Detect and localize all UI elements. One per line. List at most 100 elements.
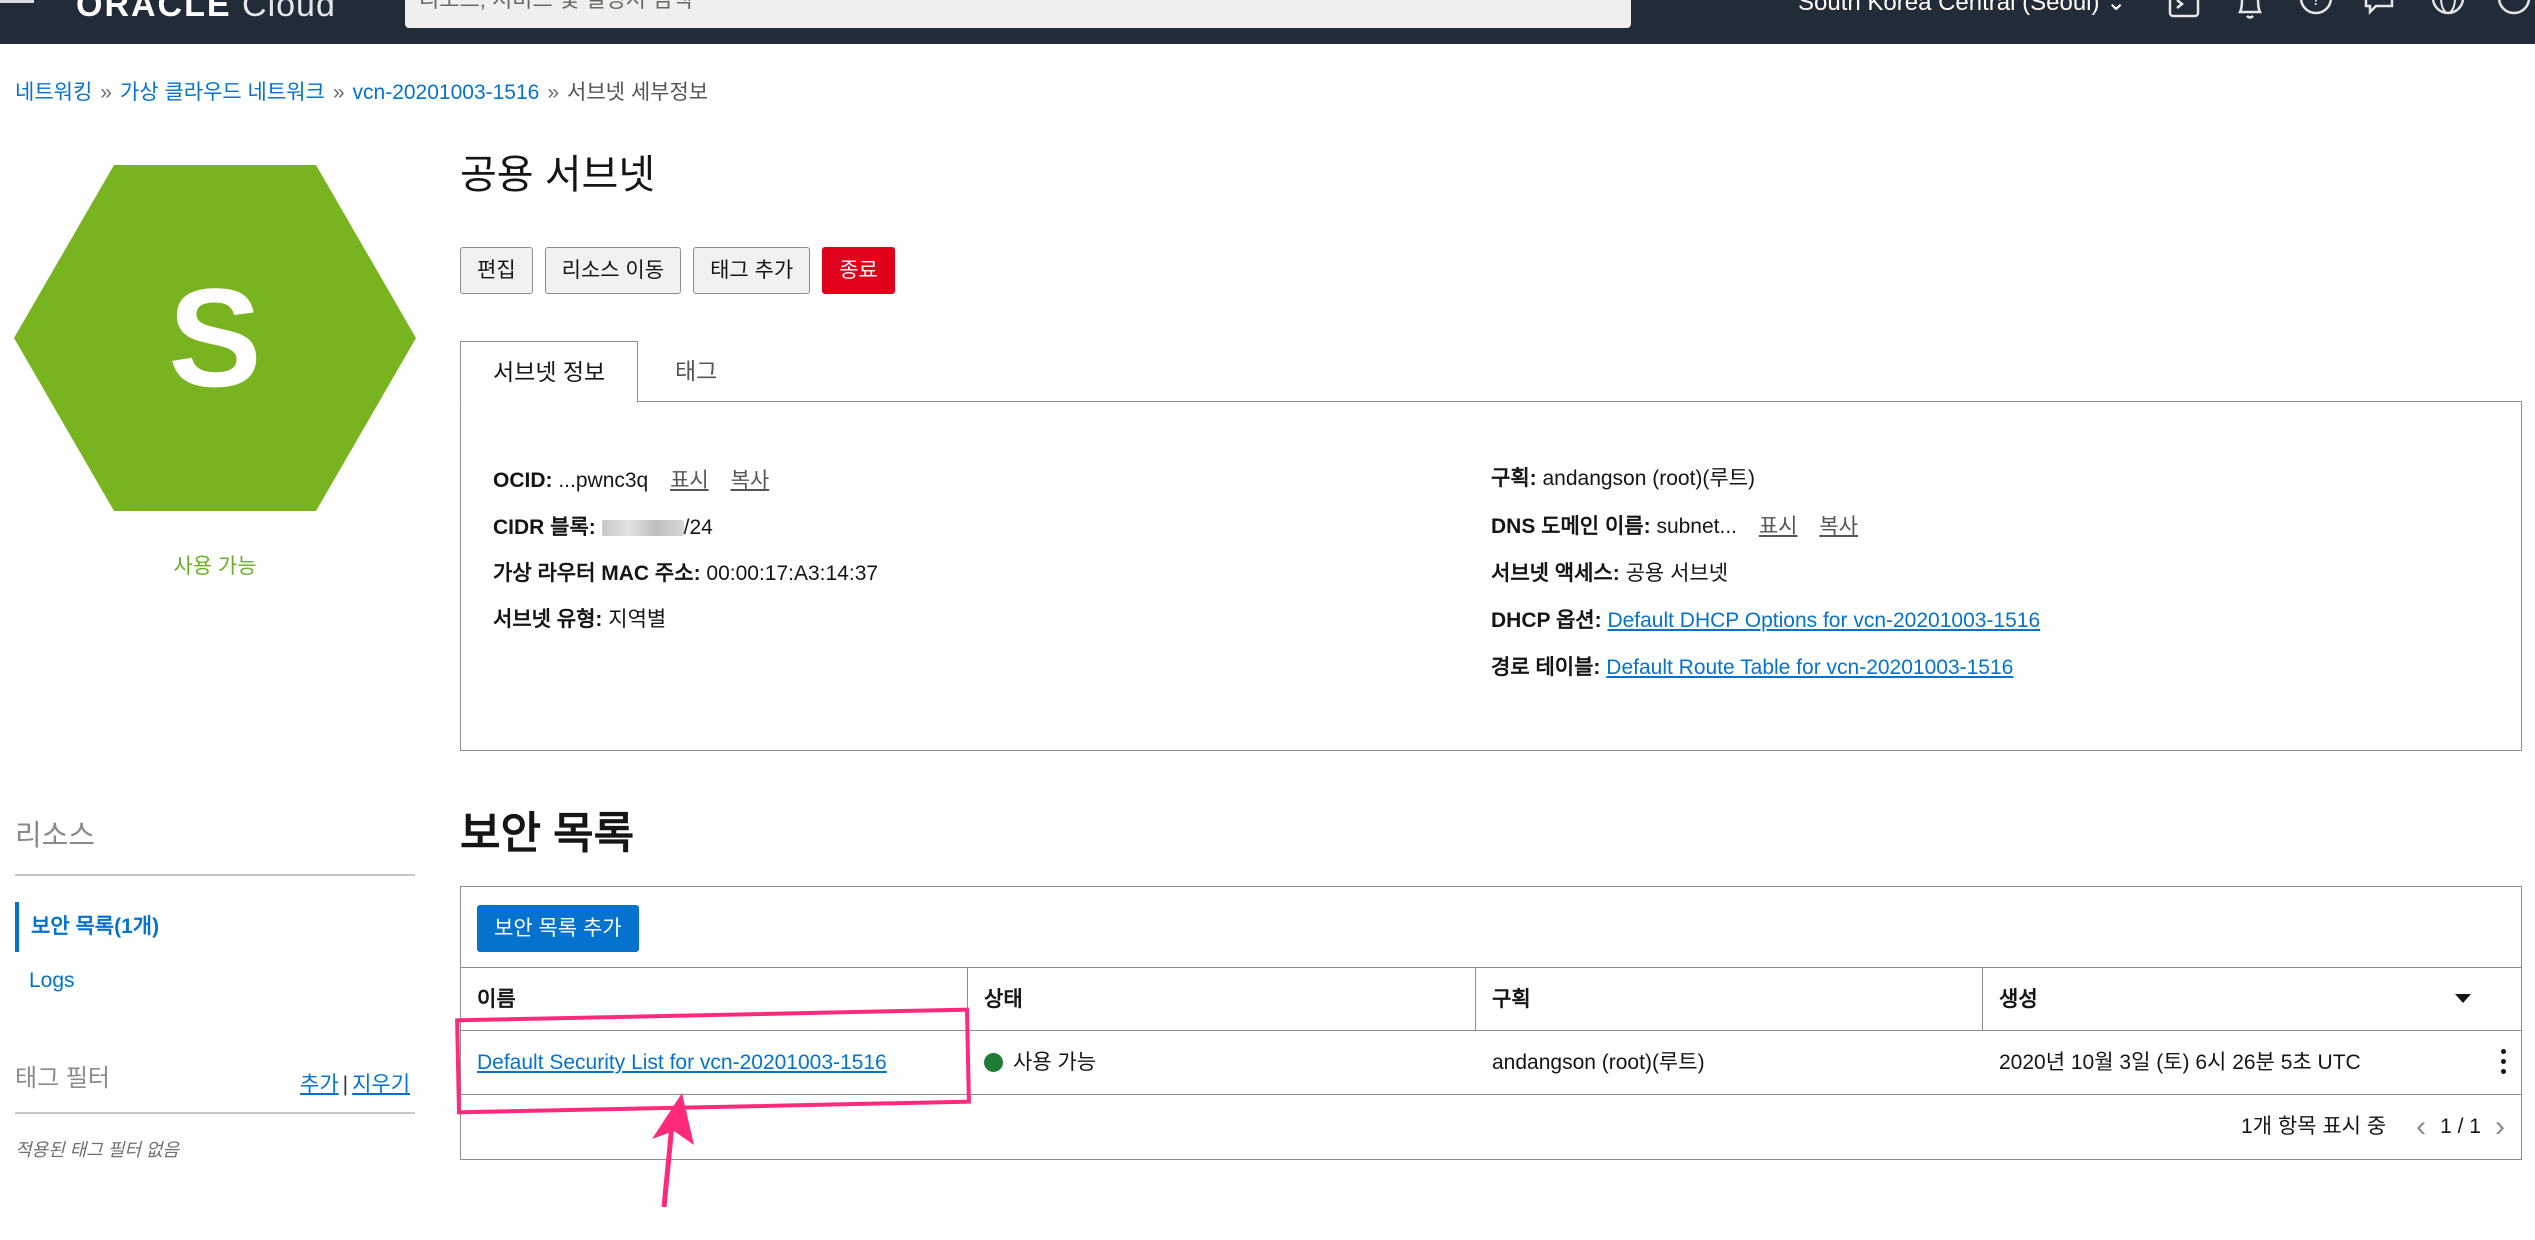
cidr-row: CIDR 블록: /24: [493, 511, 713, 541]
compartment-row: 구획: andangson (root)(루트): [1491, 462, 1755, 492]
globe-icon[interactable]: [2430, 0, 2466, 22]
dhcp-options-link[interactable]: Default DHCP Options for vcn-20201003-15…: [1607, 609, 2040, 632]
mac-value: 00:00:17:A3:14:37: [706, 562, 879, 585]
no-tag-filter-text: 적용된 태그 필터 없음: [15, 1140, 180, 1160]
bell-icon[interactable]: [2232, 0, 2268, 22]
breadcrumb-current: 서브넷 세부정보: [567, 81, 709, 104]
dns-value: subnet...: [1656, 515, 1738, 538]
annotation-arrow-icon: [652, 1093, 694, 1208]
breadcrumb-vcn[interactable]: vcn-20201003-1516: [353, 81, 540, 104]
oracle-cloud-logo[interactable]: ORACLE Cloud: [76, 0, 336, 25]
search-input[interactable]: 리소스, 서비스 및 설명서 검색: [405, 0, 1631, 28]
compartment-value: andangson (root)(루트): [1542, 467, 1756, 490]
cidr-label: CIDR 블록:: [493, 516, 596, 539]
region-selector[interactable]: South Korea Central (Seoul) ⌄: [1798, 0, 2126, 17]
pagination: 1개 항목 표시 중 ‹ 1 / 1 ›: [2241, 1095, 2505, 1159]
chat-icon[interactable]: [2362, 0, 2398, 22]
add-tag-button[interactable]: 태그 추가: [693, 247, 811, 294]
subnet-access-value: 공용 서브넷: [1625, 562, 1729, 585]
breadcrumb-vcn-list[interactable]: 가상 클라우드 네트워크: [120, 81, 325, 104]
subnet-type-label: 서브넷 유형:: [493, 608, 603, 631]
move-resource-button[interactable]: 리소스 이동: [544, 247, 682, 294]
subnet-info-panel: OCID: ...pwnc3q 표시 복사 CIDR 블록: /24 가상 라우…: [460, 401, 2522, 751]
add-security-list-button[interactable]: 보안 목록 추가: [477, 905, 639, 952]
column-header-created-label: 생성: [1999, 988, 2038, 1011]
column-header-status[interactable]: 상태: [968, 968, 1476, 1031]
resources-heading: 리소스: [15, 820, 96, 852]
dns-show-link[interactable]: 표시: [1759, 515, 1798, 538]
search-placeholder: 리소스, 서비스 및 설명서 검색: [419, 0, 692, 12]
divider: [15, 1112, 415, 1114]
ocid-copy-link[interactable]: 복사: [731, 469, 770, 492]
region-label: South Korea Central (Seoul): [1798, 0, 2100, 16]
sidebar-item-logs[interactable]: Logs: [15, 956, 415, 1006]
breadcrumb: 네트워킹 » 가상 클라우드 네트워크 » vcn-20201003-1516 » 서브넷 …: [15, 76, 708, 106]
dhcp-row: DHCP 옵션: Default DHCP Options for vcn-20…: [1491, 604, 2040, 634]
row-status: 사용 가능: [1013, 1051, 1097, 1074]
column-header-created[interactable]: 생성: [1983, 968, 2521, 1031]
sidebar-item-label: 보안 목록(1개): [31, 915, 160, 938]
row-compartment-cell: andangson (root)(루트): [1492, 1051, 1705, 1074]
tab-tags[interactable]: 태그: [643, 341, 749, 403]
ocid-value: ...pwnc3q: [558, 469, 649, 492]
top-bar: ORACLE Cloud 리소스, 서비스 및 설명서 검색 South Kor…: [0, 0, 2535, 44]
cloud-shell-icon[interactable]: [2166, 0, 2202, 22]
tag-filter-clear-link[interactable]: 지우기: [352, 1073, 410, 1096]
tag-filter-add-link[interactable]: 추가: [300, 1073, 339, 1096]
mac-label: 가상 라우터 MAC 주소:: [493, 562, 701, 585]
subnet-hexagon-icon: S: [14, 165, 416, 511]
row-created-cell: 2020년 10월 3일 (토) 6시 26분 5초 UTC: [1999, 1051, 2361, 1074]
next-page-icon[interactable]: ›: [2495, 1095, 2505, 1159]
dns-copy-link[interactable]: 복사: [1819, 515, 1858, 538]
prev-page-icon[interactable]: ‹: [2416, 1095, 2426, 1159]
breadcrumb-separator: »: [100, 81, 112, 104]
route-table-row: 경로 테이블: Default Route Table for vcn-2020…: [1491, 651, 2013, 681]
route-table-label: 경로 테이블:: [1491, 656, 1601, 679]
items-count: 1개 항목 표시 중: [2241, 1115, 2387, 1138]
subnet-type-row: 서브넷 유형: 지역별: [493, 603, 666, 633]
subnet-access-row: 서브넷 액세스: 공용 서브넷: [1491, 557, 1728, 587]
ocid-show-link[interactable]: 표시: [670, 469, 709, 492]
row-status-cell: 사용 가능: [968, 1031, 1096, 1094]
breadcrumb-separator: »: [547, 81, 560, 104]
svg-text:?: ?: [2311, 0, 2321, 9]
breadcrumb-networking[interactable]: 네트워킹: [15, 81, 92, 104]
status-available-icon: [984, 1053, 1003, 1072]
sort-down-icon: [2455, 994, 2471, 1003]
tag-filter-label: 태그 필터: [15, 1065, 110, 1092]
chevron-down-icon: ⌄: [2106, 0, 2127, 16]
hexagon-letter: S: [168, 259, 262, 416]
cidr-suffix: /24: [683, 516, 713, 539]
action-bar: 편집 리소스 이동 태그 추가 종료: [460, 247, 895, 294]
row-actions-kebab-icon[interactable]: [2499, 1049, 2507, 1077]
subnet-access-label: 서브넷 액세스:: [1491, 562, 1620, 585]
terminate-button[interactable]: 종료: [822, 247, 895, 294]
cidr-redacted: [601, 520, 684, 536]
logo-brand: ORACLE: [76, 0, 232, 24]
tag-filter-actions: 추가 | 지우기: [300, 1068, 410, 1098]
ocid-label: OCID:: [493, 469, 553, 492]
divider: [15, 874, 415, 876]
subnet-type-value: 지역별: [608, 608, 667, 631]
resource-status: 사용 가능: [173, 555, 257, 578]
security-lists-title: 보안 목록: [460, 809, 635, 858]
breadcrumb-separator: »: [332, 81, 345, 104]
page-indicator: 1 / 1: [2440, 1115, 2481, 1138]
sidebar-item-security-lists[interactable]: 보안 목록(1개): [15, 902, 415, 952]
dhcp-label: DHCP 옵션:: [1491, 609, 1602, 632]
mac-row: 가상 라우터 MAC 주소: 00:00:17:A3:14:37: [493, 557, 878, 587]
column-header-compartment[interactable]: 구획: [1476, 968, 1983, 1031]
tag-filter-separator: |: [342, 1073, 349, 1096]
dns-row: DNS 도메인 이름: subnet... 표시 복사: [1491, 510, 1858, 540]
tab-subnet-information[interactable]: 서브넷 정보: [460, 341, 639, 403]
dns-label: DNS 도메인 이름:: [1491, 515, 1651, 538]
hamburger-menu-icon[interactable]: [0, 0, 34, 10]
help-icon[interactable]: ?: [2298, 0, 2334, 22]
compartment-label: 구획:: [1491, 467, 1537, 490]
route-table-link[interactable]: Default Route Table for vcn-20201003-151…: [1606, 656, 2013, 679]
sidebar-item-label: Logs: [29, 969, 75, 992]
user-icon[interactable]: [2496, 0, 2532, 22]
ocid-row: OCID: ...pwnc3q 표시 복사: [493, 464, 769, 494]
edit-button[interactable]: 편집: [460, 247, 533, 294]
logo-product: Cloud: [242, 0, 336, 24]
